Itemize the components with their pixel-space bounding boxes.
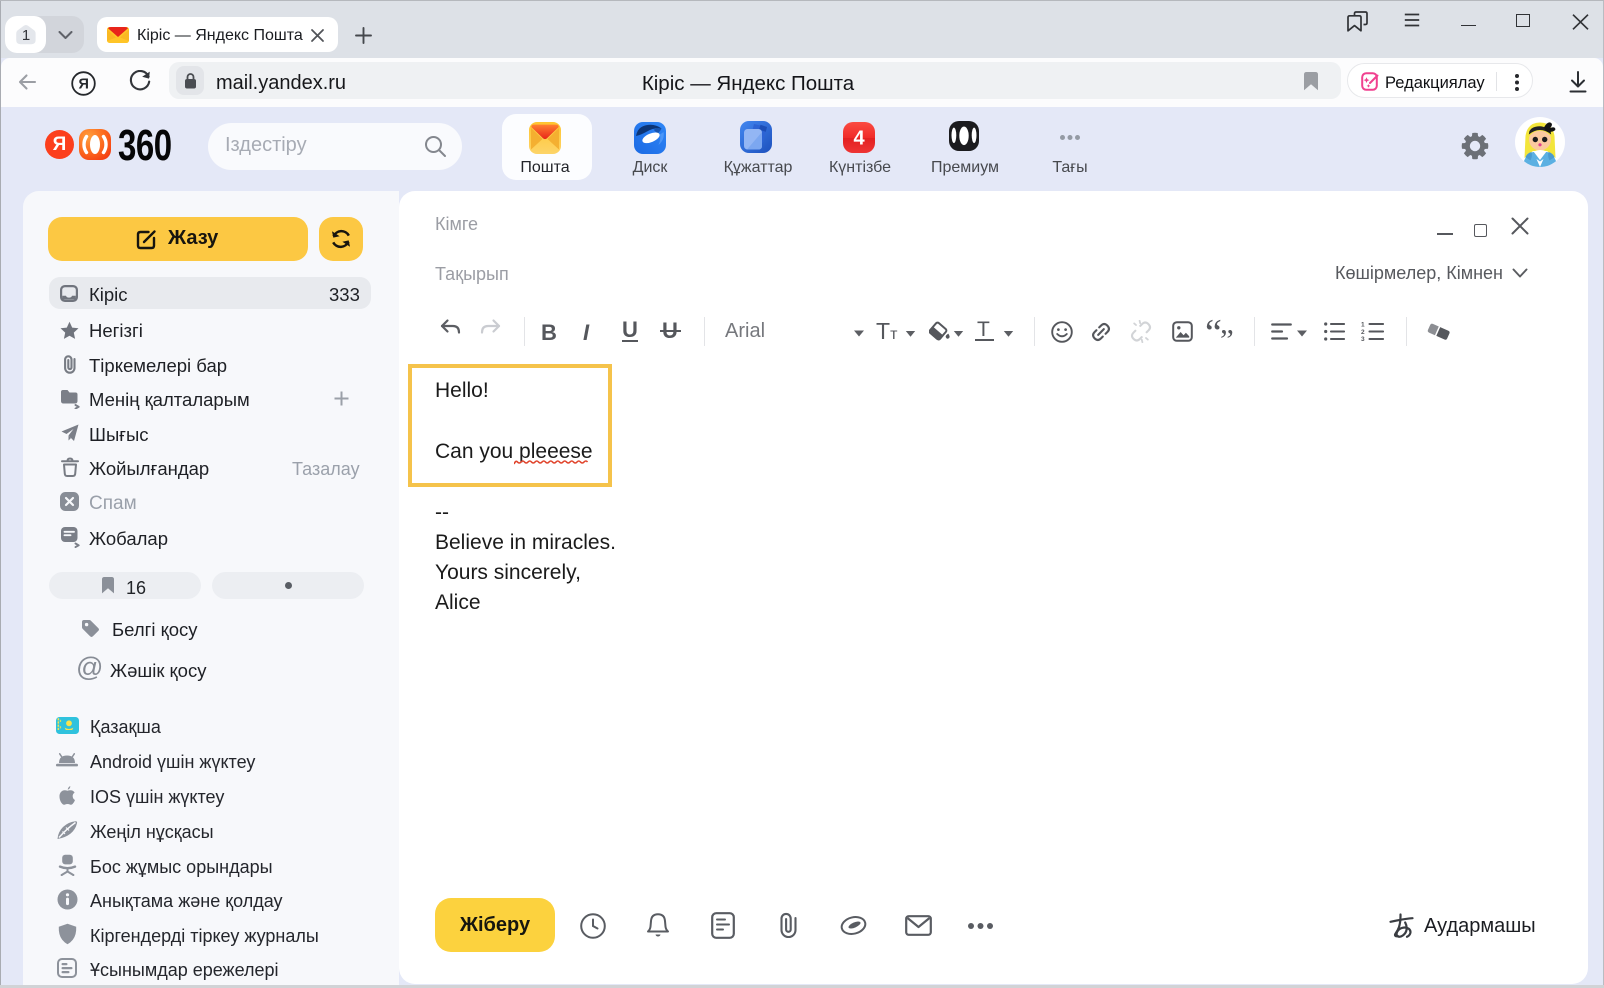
svg-text:4: 4 bbox=[853, 128, 865, 150]
svg-text:1: 1 bbox=[22, 27, 30, 44]
svg-text:Я: Я bbox=[78, 77, 88, 93]
svg-text:3: 3 bbox=[1361, 336, 1365, 341]
svg-text:1: 1 bbox=[1361, 322, 1365, 329]
svg-text:2: 2 bbox=[1361, 329, 1365, 336]
